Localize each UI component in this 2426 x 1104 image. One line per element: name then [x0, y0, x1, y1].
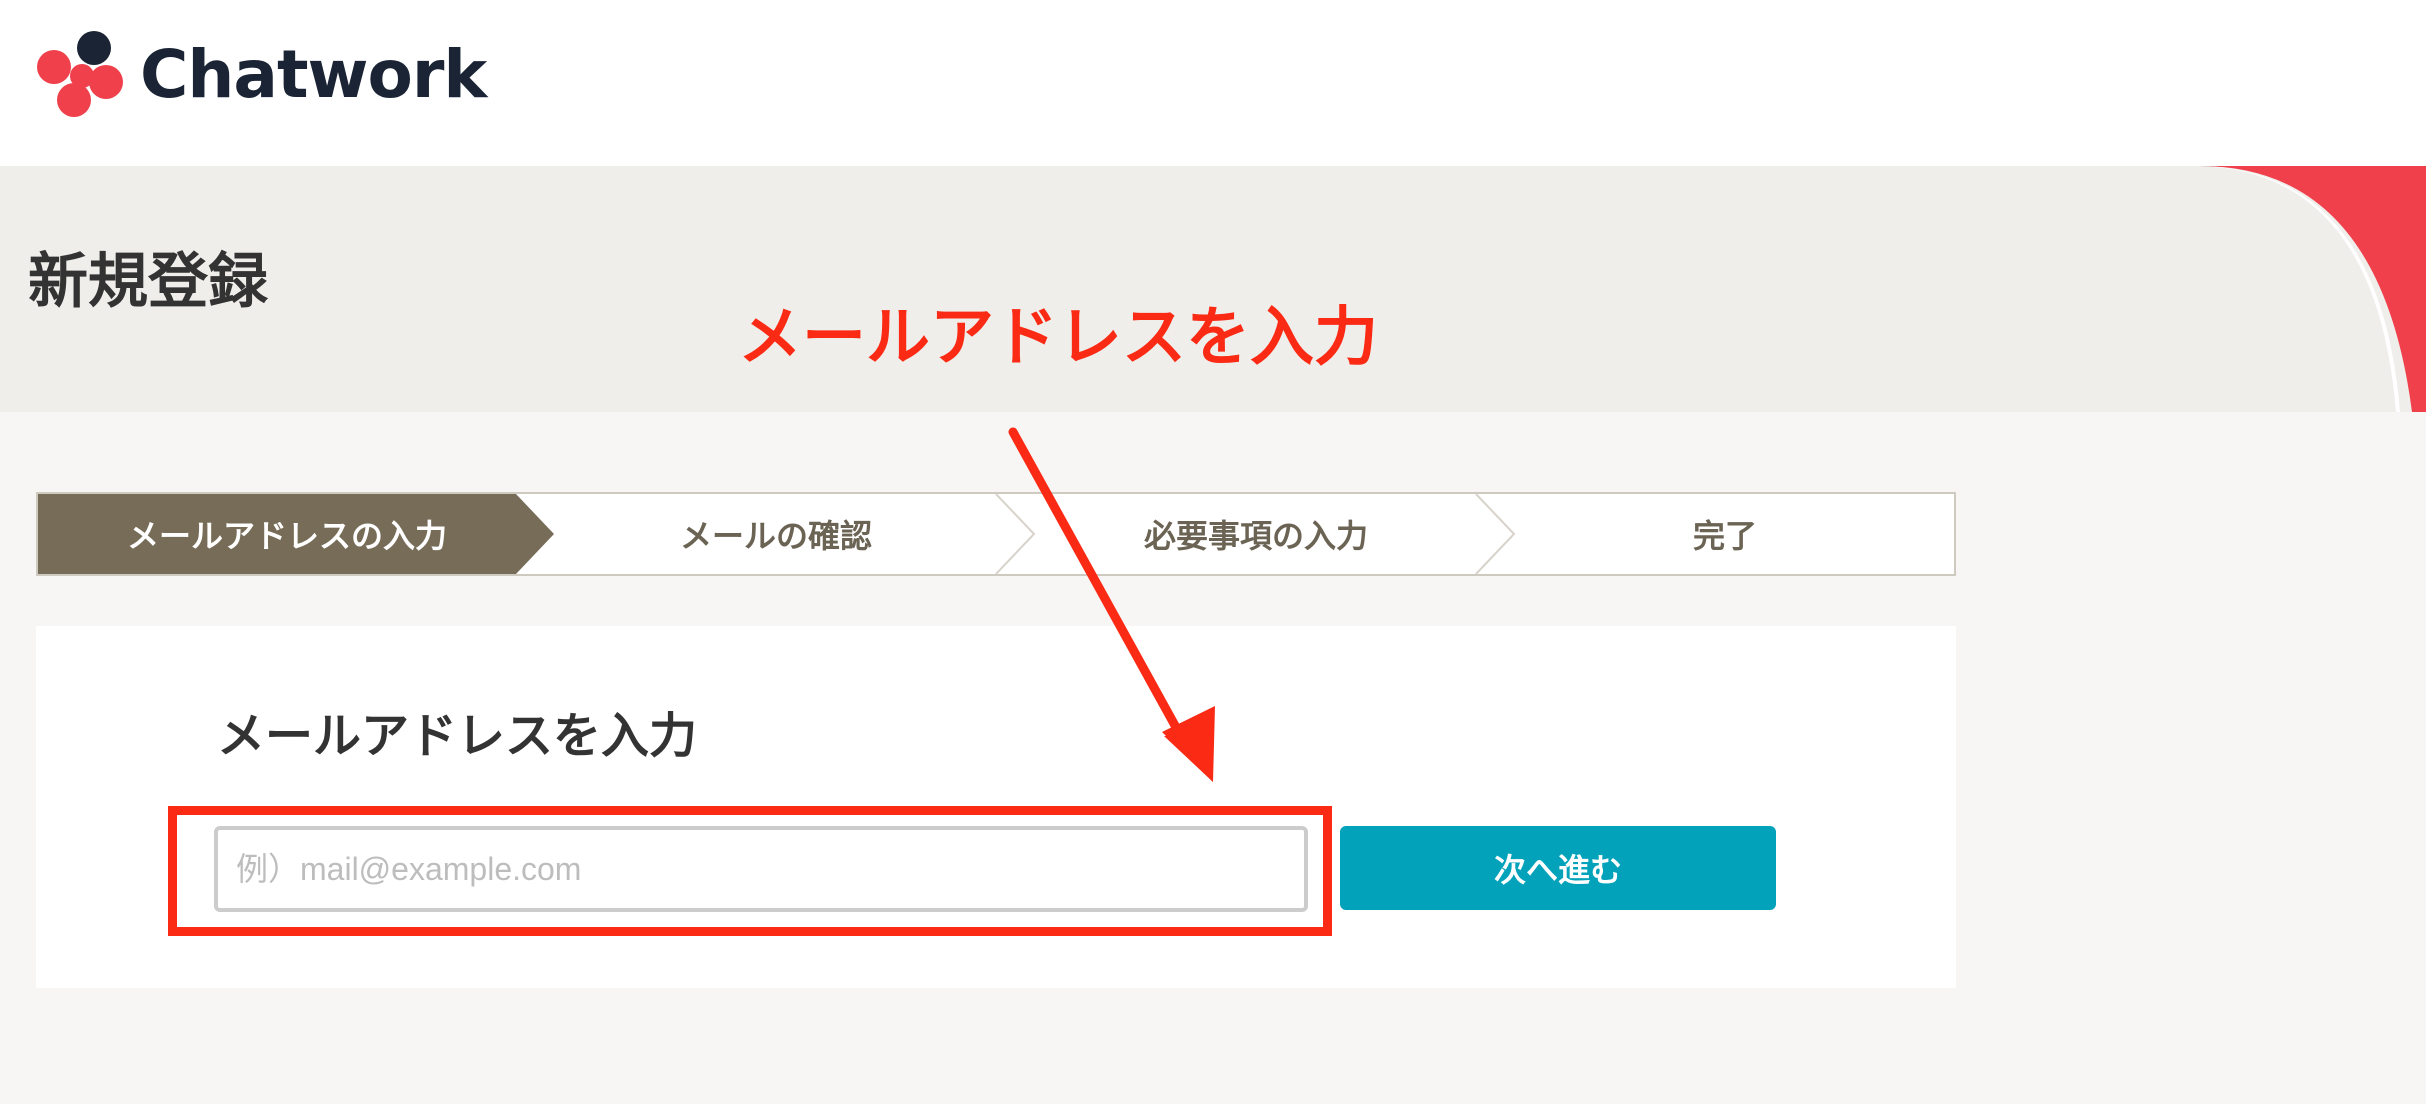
page-title: 新規登録 — [28, 247, 268, 317]
chatwork-logo[interactable]: Chatwork — [36, 30, 487, 120]
decorative-curve — [2200, 166, 2426, 412]
registration-stepper: メールアドレスの入力 メールの確認 必要事項の入力 完了 — [36, 492, 1956, 576]
step-email-confirm: メールの確認 — [679, 517, 872, 555]
step-required-info: 必要事項の入力 — [1143, 517, 1368, 555]
site-header: Chatwork — [0, 0, 2426, 166]
email-input[interactable] — [214, 826, 1308, 912]
logo-wordmark: Chatwork — [140, 36, 487, 113]
email-section-heading: メールアドレスを入力 — [217, 708, 698, 764]
registration-card: メールアドレスを入力 次へ進む — [36, 626, 1956, 988]
next-button[interactable]: 次へ進む — [1340, 826, 1776, 910]
chatwork-logo-icon — [37, 31, 123, 117]
step-email-input: メールアドレスの入力 — [126, 517, 447, 555]
annotation-label: メールアドレスを入力 — [738, 301, 1378, 375]
step-complete: 完了 — [1692, 517, 1757, 555]
page-title-band: 新規登録 — [0, 166, 2426, 412]
